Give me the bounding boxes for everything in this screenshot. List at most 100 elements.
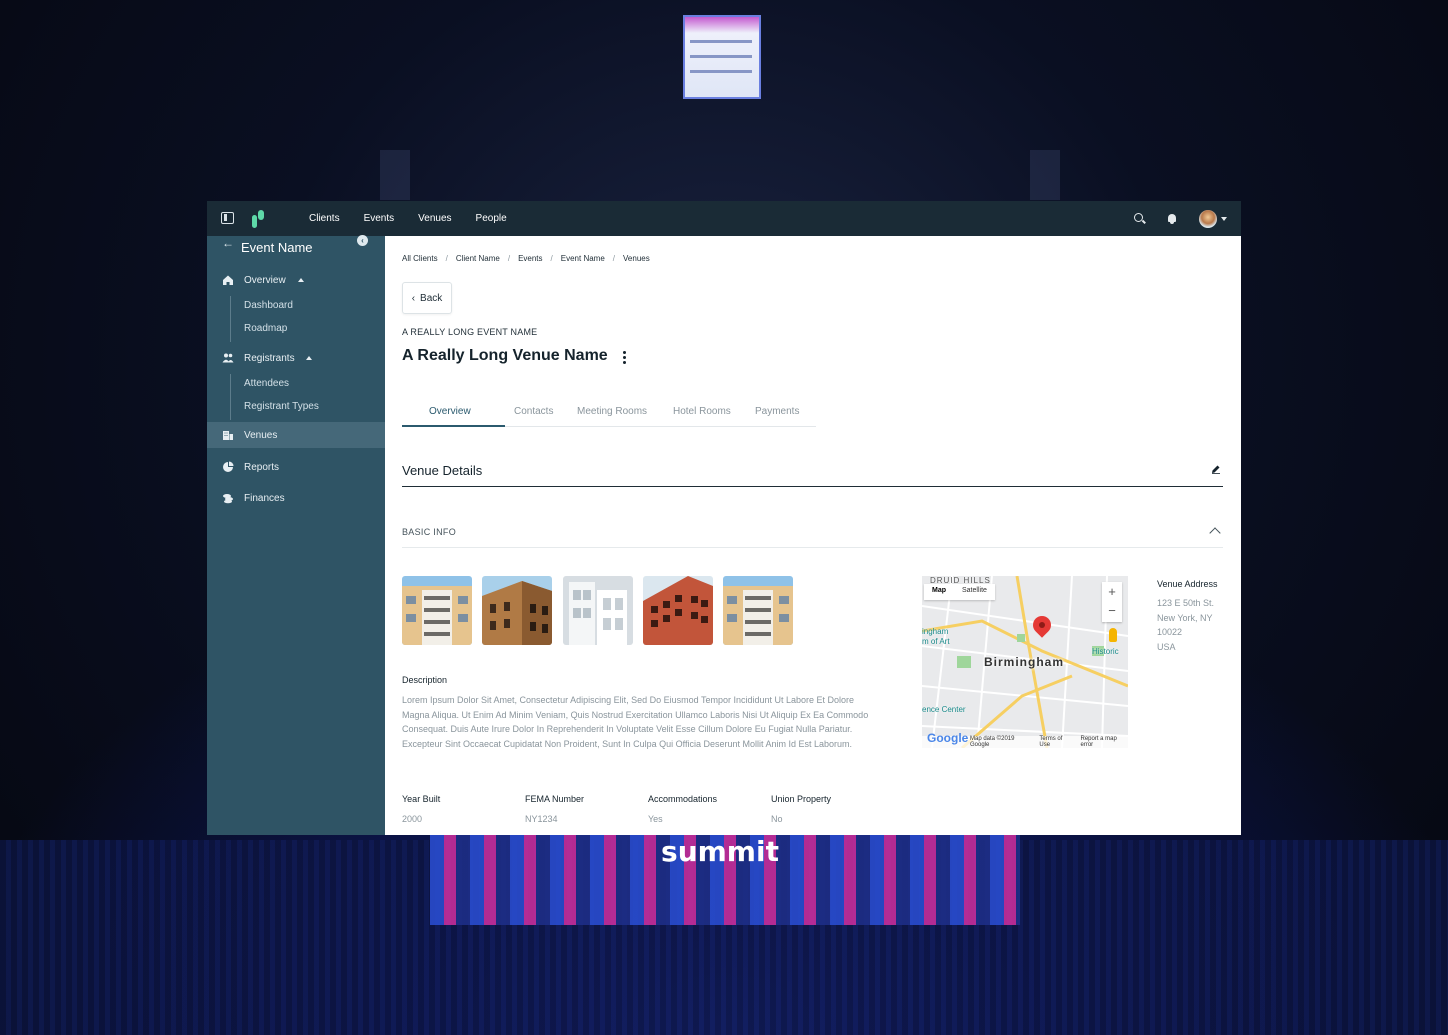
top-nav-bar: Clients Events Venues People bbox=[207, 201, 1241, 236]
venue-photo[interactable] bbox=[402, 576, 472, 645]
nav-people[interactable]: People bbox=[476, 201, 507, 236]
nav-clients[interactable]: Clients bbox=[309, 201, 340, 236]
zoom-out-button[interactable]: − bbox=[1102, 601, 1122, 620]
sidebar-item-finances[interactable]: Finances bbox=[207, 485, 385, 511]
chevron-up-icon[interactable] bbox=[1209, 527, 1221, 539]
breadcrumb-events[interactable]: Events bbox=[518, 254, 542, 263]
map-report-link[interactable]: Report a map error bbox=[1080, 736, 1128, 748]
search-icon[interactable] bbox=[1134, 213, 1145, 224]
fact-label: FEMA Number bbox=[525, 794, 585, 804]
sidebar-header: ← Event Name ‹ bbox=[207, 235, 385, 266]
venue-photo[interactable] bbox=[643, 576, 713, 645]
tab-payments[interactable]: Payments bbox=[755, 406, 799, 417]
zoom-in-button[interactable]: + bbox=[1102, 582, 1122, 601]
sidebar-item-label: Venues bbox=[244, 429, 278, 441]
fact-accommodations: Accommodations Yes bbox=[648, 794, 717, 824]
home-icon bbox=[223, 275, 233, 285]
basic-info-header[interactable]: BASIC INFO bbox=[402, 527, 456, 537]
fact-fema-number: FEMA Number NY1234 bbox=[525, 794, 584, 824]
pie-chart-icon bbox=[223, 461, 234, 472]
top-right-actions bbox=[1134, 201, 1227, 236]
breadcrumb-client-name[interactable]: Client Name bbox=[456, 254, 500, 263]
sidebar-item-label: Overview bbox=[244, 274, 286, 286]
venue-photo[interactable] bbox=[563, 576, 633, 645]
more-options-icon[interactable] bbox=[623, 351, 626, 364]
back-arrow-icon[interactable]: ← bbox=[222, 236, 234, 250]
map-attribution: Map data ©2019 Google bbox=[970, 736, 1015, 748]
fact-label: Accommodations bbox=[648, 794, 718, 804]
building-icon bbox=[223, 431, 233, 440]
chevron-down-icon[interactable] bbox=[1221, 216, 1227, 221]
sidebar-item-label: Registrants bbox=[244, 352, 295, 364]
tab-hotel-rooms[interactable]: Hotel Rooms bbox=[673, 406, 731, 417]
fact-value: NY1234 bbox=[525, 814, 558, 824]
address-line: USA bbox=[1157, 641, 1176, 652]
venue-photo[interactable] bbox=[482, 576, 552, 645]
sidebar-item-overview[interactable]: Overview bbox=[207, 267, 385, 293]
fact-value: 2000 bbox=[402, 814, 423, 824]
bell-icon[interactable] bbox=[1167, 213, 1177, 224]
tab-meeting-rooms[interactable]: Meeting Rooms bbox=[577, 406, 647, 417]
venue-photo[interactable] bbox=[723, 576, 793, 645]
submenu-line bbox=[230, 374, 231, 420]
collapse-sidebar-icon[interactable]: ‹ bbox=[357, 235, 368, 246]
sidebar: ← Event Name ‹ Overview Dashboard Roadma… bbox=[207, 235, 385, 835]
street-view-icon[interactable] bbox=[1109, 628, 1117, 642]
tab-overview[interactable]: Overview bbox=[429, 406, 471, 417]
fact-value: Yes bbox=[648, 814, 663, 824]
active-tab-indicator bbox=[402, 425, 505, 427]
sidebar-toggle-icon[interactable] bbox=[221, 212, 234, 224]
google-logo: Google bbox=[927, 731, 969, 745]
breadcrumb-separator: / bbox=[507, 254, 511, 263]
nav-events[interactable]: Events bbox=[364, 201, 395, 236]
edit-icon[interactable] bbox=[1211, 464, 1221, 474]
fact-value: No bbox=[771, 814, 783, 824]
sidebar-subitem-registrant-types[interactable]: Registrant Types bbox=[244, 401, 319, 412]
sidebar-subitem-roadmap[interactable]: Roadmap bbox=[244, 323, 287, 334]
map-terms-link[interactable]: Terms of Use bbox=[1039, 736, 1072, 748]
screen-line bbox=[690, 70, 752, 73]
background-truss bbox=[1030, 150, 1060, 200]
breadcrumb-all-clients[interactable]: All Clients bbox=[402, 254, 438, 263]
breadcrumb: All Clients / Client Name / Events / Eve… bbox=[402, 254, 650, 263]
background-stage-sign: summit bbox=[661, 835, 779, 868]
sidebar-subitem-dashboard[interactable]: Dashboard bbox=[244, 300, 293, 311]
submenu-line bbox=[230, 296, 231, 342]
main-nav: Clients Events Venues People bbox=[309, 201, 531, 236]
map-label: Historic bbox=[1092, 647, 1119, 656]
back-button[interactable]: ‹ Back bbox=[402, 282, 452, 314]
chevron-up-icon bbox=[306, 356, 312, 360]
fact-year-built: Year Built 2000 bbox=[402, 794, 440, 824]
sidebar-subitem-attendees[interactable]: Attendees bbox=[244, 378, 289, 389]
sidebar-item-venues[interactable]: Venues bbox=[207, 422, 385, 448]
map-label: m of Art bbox=[922, 637, 950, 646]
venue-map[interactable]: DRUID HILLS Map Satellite + − ingham m o… bbox=[922, 576, 1128, 748]
logo-icon[interactable] bbox=[252, 210, 266, 228]
sidebar-item-registrants[interactable]: Registrants bbox=[207, 345, 385, 371]
fact-label: Union Property bbox=[771, 794, 832, 804]
avatar[interactable] bbox=[1199, 209, 1217, 228]
map-type-satellite[interactable]: Satellite bbox=[954, 584, 995, 600]
section-divider bbox=[402, 486, 1223, 487]
description-text: Lorem Ipsum Dolor Sit Amet, Consectetur … bbox=[402, 695, 869, 749]
tab-bar: Overview Contacts Meeting Rooms Hotel Ro… bbox=[402, 401, 816, 427]
fact-label: Year Built bbox=[402, 794, 441, 804]
screen-line bbox=[690, 40, 752, 43]
breadcrumb-venues[interactable]: Venues bbox=[623, 254, 650, 263]
map-type-map[interactable]: Map bbox=[924, 584, 954, 600]
event-name-caption: A REALLY LONG EVENT NAME bbox=[402, 327, 538, 337]
sidebar-item-label: Finances bbox=[244, 492, 285, 504]
address-line: New York, NY bbox=[1157, 612, 1213, 623]
nav-venues[interactable]: Venues bbox=[418, 201, 451, 236]
fact-union-property: Union Property No bbox=[771, 794, 831, 824]
map-zoom-control: + − bbox=[1102, 582, 1122, 622]
main-content: All Clients / Client Name / Events / Eve… bbox=[385, 236, 1241, 835]
divider bbox=[402, 547, 1223, 548]
sidebar-event-name: Event Name bbox=[241, 240, 313, 255]
section-title: Venue Details bbox=[402, 463, 483, 478]
tab-contacts[interactable]: Contacts bbox=[514, 406, 553, 417]
chevron-up-icon bbox=[298, 278, 304, 282]
breadcrumb-event-name[interactable]: Event Name bbox=[561, 254, 605, 263]
sidebar-item-reports[interactable]: Reports bbox=[207, 454, 385, 480]
map-type-toggle: Map Satellite bbox=[924, 584, 995, 600]
